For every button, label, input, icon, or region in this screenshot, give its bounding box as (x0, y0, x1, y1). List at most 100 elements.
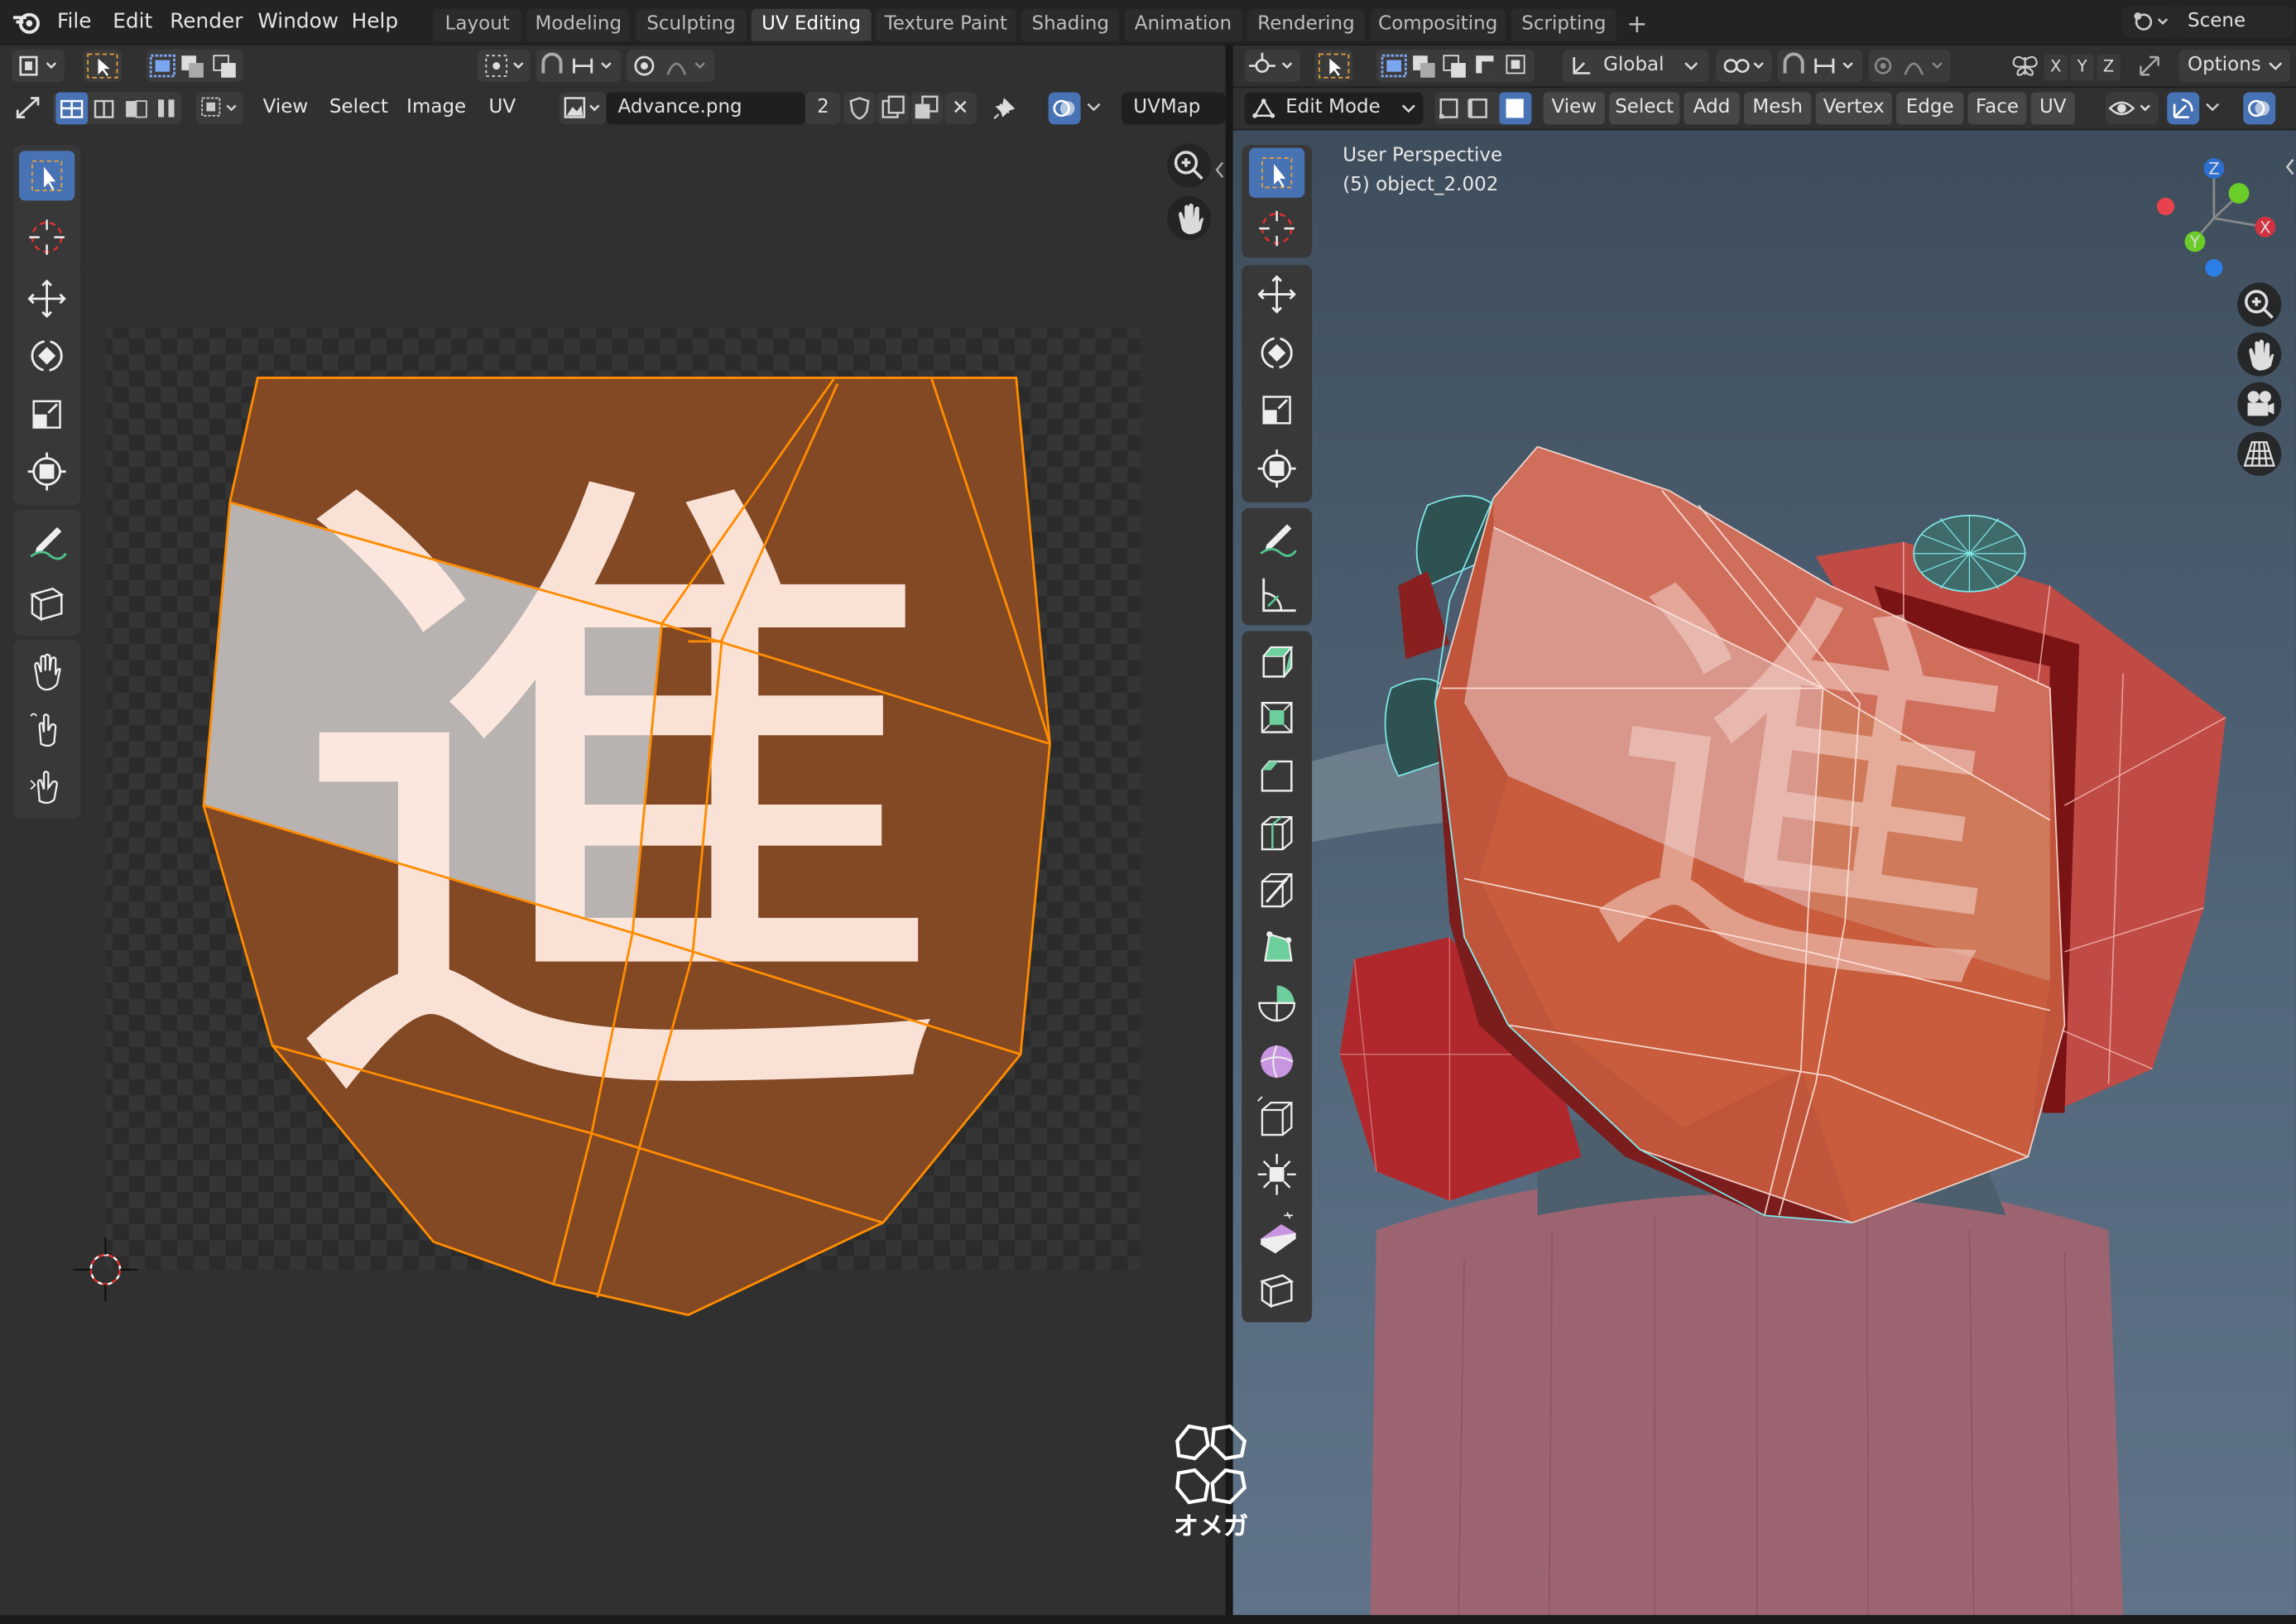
viewport-editor-type-icon[interactable] (1244, 50, 1300, 83)
rip-tool-icon[interactable] (1249, 1264, 1304, 1314)
selection-mode-buttons[interactable] (146, 50, 243, 83)
options-dropdown[interactable]: Options (2178, 50, 2290, 83)
tab-sculpting[interactable]: Sculpting (635, 8, 747, 41)
transform-tool-icon[interactable] (19, 447, 74, 497)
viewport-menu-add[interactable]: Add (1684, 92, 1740, 125)
mesh-select-mode-buttons[interactable] (1434, 92, 1532, 125)
viewport-menu-vertex[interactable]: Vertex (1815, 92, 1892, 125)
annotate-tool-icon[interactable] (19, 516, 74, 565)
3d-scene[interactable]: 進 User Perspective (5) object_2.002 Z X … (1232, 130, 2296, 1616)
tab-scripting[interactable]: Scripting (1511, 8, 1617, 41)
viewport-pan-icon[interactable] (2237, 332, 2282, 377)
browse-image-icon[interactable] (559, 92, 607, 125)
tab-compositing[interactable]: Compositing (1370, 8, 1506, 41)
viewport-snap-icon[interactable] (1777, 50, 1863, 83)
viewport-annotate-tool-icon[interactable] (1249, 512, 1304, 562)
viewport-overlays-icon[interactable] (2243, 92, 2276, 125)
pinch-tool-icon[interactable] (19, 760, 74, 810)
menu-edit[interactable]: Edit (113, 7, 152, 36)
viewport-menu-select[interactable]: Select (1609, 92, 1680, 125)
pan-view-icon[interactable] (1166, 196, 1212, 241)
move-tool-icon[interactable] (19, 274, 74, 324)
tab-layout[interactable]: Layout (433, 8, 521, 41)
viewport-menu-view[interactable]: View (1543, 92, 1605, 125)
image-name-field[interactable]: Advance.png (606, 92, 806, 125)
overlays-icon[interactable] (1048, 92, 1081, 125)
pin-icon[interactable] (990, 94, 1019, 123)
uv-menu-select[interactable]: Select (324, 92, 394, 124)
viewport-menu-uv[interactable]: UV (2030, 92, 2075, 125)
cursor-tool-icon[interactable] (19, 213, 74, 262)
viewport-menu-mesh[interactable]: Mesh (1743, 92, 1812, 125)
viewport-menu-face[interactable]: Face (1967, 92, 2027, 125)
tab-shading[interactable]: Shading (1021, 8, 1119, 41)
viewport-scale-tool-icon[interactable] (1249, 385, 1304, 435)
uv-select-mode-buttons[interactable] (52, 92, 182, 125)
viewport-sidebar-toggle-icon[interactable] (2284, 156, 2296, 177)
uv-menu-view[interactable]: View (255, 92, 316, 124)
uv-map-field[interactable]: UVMap (1122, 92, 1226, 125)
add-workspace-button[interactable]: + (1622, 9, 1651, 41)
mirror-butterfly-icon[interactable] (2009, 51, 2041, 80)
pivot-point-icon[interactable] (477, 50, 531, 83)
uv-menu-image[interactable]: Image (401, 92, 472, 124)
scene-name-field[interactable]: Scene (2175, 6, 2294, 38)
uv-menu-uv[interactable]: UV (480, 92, 524, 124)
sticky-select-icon[interactable] (196, 92, 243, 125)
select-box-tool-icon[interactable] (18, 151, 75, 201)
viewport-cursor-tool-icon[interactable] (1249, 204, 1304, 253)
unlink-image-icon[interactable]: ✕ (944, 92, 977, 125)
transform-orientation-dropdown[interactable]: Global (1562, 50, 1709, 83)
snap-icon[interactable] (536, 50, 622, 83)
fake-user-shield-icon[interactable] (843, 92, 876, 125)
gizmo-toggle-icon[interactable] (2167, 92, 2200, 125)
measure-tool-icon[interactable] (1249, 569, 1304, 619)
mode-dropdown[interactable]: Edit Mode (1244, 92, 1424, 125)
smooth-tool-icon[interactable] (1249, 1035, 1304, 1085)
auto-merge-icon[interactable] (2135, 51, 2167, 80)
menu-render[interactable]: Render (170, 7, 243, 36)
perspective-toggle-icon[interactable] (2237, 431, 2282, 476)
visibility-eye-icon[interactable] (2105, 92, 2159, 125)
inset-tool-icon[interactable] (1249, 693, 1304, 742)
mirror-y-toggle[interactable]: Y (2070, 54, 2094, 81)
mirror-x-toggle[interactable]: X (2044, 54, 2068, 81)
sidebar-toggle-icon[interactable] (1214, 160, 1226, 180)
pivot-point-icon[interactable] (1716, 50, 1772, 83)
bevel-tool-icon[interactable] (1249, 750, 1304, 800)
shrink-fatten-tool-icon[interactable] (1249, 1150, 1304, 1199)
spin-tool-icon[interactable] (1249, 978, 1304, 1028)
edge-slide-tool-icon[interactable] (1249, 1093, 1304, 1142)
tab-animation[interactable]: Animation (1124, 8, 1242, 41)
viewport-rotate-tool-icon[interactable] (1249, 328, 1304, 377)
tab-uv-editing[interactable]: UV Editing (751, 8, 872, 41)
grab-tool-icon[interactable] (19, 646, 74, 695)
viewport-menu-edge[interactable]: Edge (1895, 92, 1964, 125)
new-image-icon[interactable] (877, 92, 910, 125)
image-users-count[interactable]: 2 (805, 92, 841, 125)
scale-tool-icon[interactable] (19, 390, 74, 440)
poly-build-tool-icon[interactable] (1249, 921, 1304, 971)
navigation-gizmo[interactable]: Z X Y (2140, 142, 2287, 289)
overlays-dropdown-icon[interactable] (1083, 97, 1104, 118)
menu-file[interactable]: File (57, 7, 91, 36)
tab-rendering[interactable]: Rendering (1247, 8, 1365, 41)
scene-selector-icon[interactable] (2123, 6, 2176, 38)
knife-tool-icon[interactable] (1249, 864, 1304, 914)
menu-help[interactable]: Help (352, 7, 398, 36)
viewport-select-tweak-icon[interactable] (1314, 50, 1353, 83)
extrude-tool-icon[interactable] (1249, 636, 1304, 685)
rotate-tool-icon[interactable] (19, 331, 74, 381)
loop-cut-tool-icon[interactable] (1249, 807, 1304, 857)
zoom-view-icon[interactable] (1166, 143, 1212, 188)
gizmo-dropdown-icon[interactable] (2202, 97, 2223, 118)
viewport-move-tool-icon[interactable] (1249, 270, 1304, 320)
viewport-transform-tool-icon[interactable] (1249, 444, 1304, 493)
blender-logo-icon[interactable] (12, 9, 41, 36)
viewport-selection-mode-buttons[interactable] (1376, 50, 1535, 83)
tab-modeling[interactable]: Modeling (526, 8, 630, 41)
area-divider[interactable] (1225, 45, 1233, 1616)
mirror-z-toggle[interactable]: Z (2097, 54, 2121, 81)
menu-window[interactable]: Window (257, 7, 339, 36)
relax-tool-icon[interactable] (19, 703, 74, 752)
